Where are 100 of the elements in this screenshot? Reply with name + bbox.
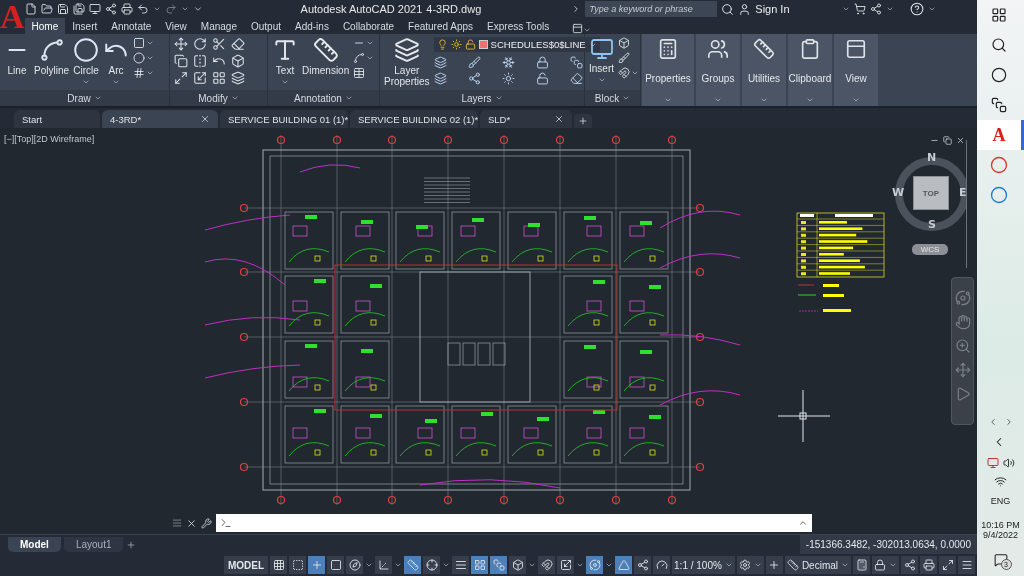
unlock-icon[interactable] [464, 39, 476, 50]
copy-icon[interactable] [174, 54, 188, 68]
new-tab-button[interactable] [574, 114, 592, 128]
close-icon[interactable] [554, 114, 564, 124]
leader-tool[interactable] [353, 52, 375, 64]
pan-icon[interactable] [954, 314, 971, 330]
clipboard-icon[interactable] [799, 38, 821, 60]
caret-icon[interactable] [852, 96, 860, 104]
circle-icon[interactable] [73, 37, 100, 63]
caret-icon[interactable] [394, 561, 403, 569]
draw-tool-button[interactable]: Arc [103, 37, 130, 86]
caret-icon[interactable] [230, 94, 239, 102]
draw-tool-button[interactable]: Line [4, 37, 30, 76]
caret-icon[interactable] [622, 94, 631, 102]
user-icon[interactable] [738, 2, 752, 16]
caret-icon[interactable] [724, 561, 733, 569]
ribbon-tab[interactable]: Add-ins [288, 18, 336, 34]
table-icon[interactable] [353, 67, 366, 79]
undo-icon[interactable] [136, 3, 149, 15]
wifi-icon[interactable] [994, 475, 1007, 488]
document-tab[interactable]: 4-3RD* [102, 110, 218, 128]
leader-icon[interactable] [353, 52, 366, 64]
move-icon[interactable] [174, 37, 188, 51]
ribbon-tab[interactable]: Annotate [104, 18, 159, 34]
caret-icon[interactable] [664, 96, 672, 104]
cart-icon[interactable] [853, 3, 866, 15]
search-icon[interactable] [721, 2, 735, 16]
groups-icon[interactable] [707, 38, 729, 60]
collapsed-panel-button[interactable]: Properties [642, 34, 694, 106]
ribbon-tab[interactable]: Featured Apps [401, 18, 481, 34]
command-prompt-icon[interactable] [220, 517, 232, 529]
viewport-controls-label[interactable]: [−][Top][2D Wireframe] [4, 134, 95, 144]
collapsed-panel-button[interactable]: View [834, 34, 878, 106]
add-layout-icon[interactable] [126, 539, 137, 550]
collapsed-panel-button[interactable]: Groups [696, 34, 740, 106]
ribbon-tab[interactable]: Collaborate [335, 18, 402, 34]
ribbon-tab[interactable]: Express Tools [480, 18, 557, 34]
document-tab[interactable]: SLD* [480, 110, 572, 128]
draw-tool-button[interactable]: Polyline [34, 37, 70, 76]
ellipse-icon[interactable] [133, 52, 146, 64]
bulb-icon[interactable] [436, 39, 448, 50]
collapsed-panel-button[interactable]: Clipboard [788, 34, 832, 106]
print-icon[interactable] [120, 3, 133, 15]
caret-icon[interactable] [885, 5, 894, 13]
ribbon-tab[interactable]: Home [24, 18, 66, 34]
ribbon-tab[interactable]: Manage [193, 18, 244, 34]
document-tab[interactable]: SERVICE BUILDING 02 (1)* [350, 110, 478, 128]
annotation-tool-button[interactable]: Dimension [302, 37, 350, 76]
collapsed-panel-button[interactable]: Utilities [742, 34, 786, 106]
search-field[interactable]: Type a keyword or phrase [585, 1, 718, 17]
wrench-icon[interactable] [201, 517, 212, 529]
share-icon[interactable] [104, 3, 117, 15]
input-language[interactable]: ENG [990, 496, 1011, 506]
search-icon[interactable] [991, 37, 1007, 53]
caret-icon[interactable] [494, 94, 503, 102]
new-file-icon[interactable] [24, 3, 37, 15]
model-space-button[interactable]: MODEL [223, 556, 269, 574]
close-icon[interactable] [956, 136, 965, 145]
caret-icon[interactable] [841, 561, 849, 569]
ribbon-tab[interactable]: Output [243, 18, 288, 34]
panel-toggle-icon[interactable] [572, 23, 584, 34]
hatch-icon[interactable] [133, 67, 146, 79]
insert-button[interactable]: Insert [589, 37, 614, 84]
circle-icon[interactable] [991, 67, 1007, 83]
rectangle-icon[interactable] [133, 37, 146, 49]
taskbar-app-button[interactable]: A [977, 120, 1024, 150]
sun-icon[interactable] [450, 39, 462, 50]
caret-icon[interactable] [365, 561, 374, 569]
panel-title[interactable]: Layers [380, 90, 584, 106]
close-icon[interactable] [200, 114, 210, 124]
polyline-icon[interactable] [38, 37, 65, 63]
caret-icon[interactable] [631, 69, 639, 77]
save-as-icon[interactable] [72, 3, 85, 15]
caret-icon[interactable] [528, 561, 537, 569]
caret-icon[interactable] [597, 76, 606, 84]
layout-tab[interactable]: Model [8, 537, 61, 552]
help-icon[interactable] [909, 2, 924, 16]
ellipse-tool[interactable] [133, 52, 155, 64]
panel-title[interactable]: Annotation [268, 90, 379, 106]
panel-title[interactable]: Modify [170, 90, 267, 106]
view-icon[interactable] [845, 38, 867, 60]
clock-date[interactable]: 9/4/2022 [982, 530, 1018, 540]
close-icon[interactable] [186, 517, 197, 529]
layout-tab[interactable]: Layout1 [63, 537, 124, 552]
save-icon[interactable] [56, 3, 69, 15]
hatch-tool[interactable] [133, 67, 155, 79]
caret-icon[interactable] [889, 561, 897, 569]
lock-ui-button[interactable] [872, 556, 899, 574]
zoom-icon[interactable] [954, 338, 971, 354]
layer-properties-button[interactable]: Layer Properties [384, 37, 430, 87]
annotation-scale-button[interactable]: 1:1 / 100% [672, 556, 735, 574]
caret-icon[interactable] [841, 5, 850, 13]
caret-icon[interactable] [927, 5, 936, 13]
properties-icon[interactable] [657, 38, 679, 60]
settings-icon[interactable] [738, 559, 751, 571]
caret-icon[interactable] [605, 561, 614, 569]
units-button[interactable]: Decimal [784, 556, 851, 574]
caret-icon[interactable] [806, 96, 814, 104]
tray-app-icon[interactable] [986, 457, 999, 469]
layer-dropdown[interactable]: SCHEDULES$0$LINE [433, 37, 600, 52]
